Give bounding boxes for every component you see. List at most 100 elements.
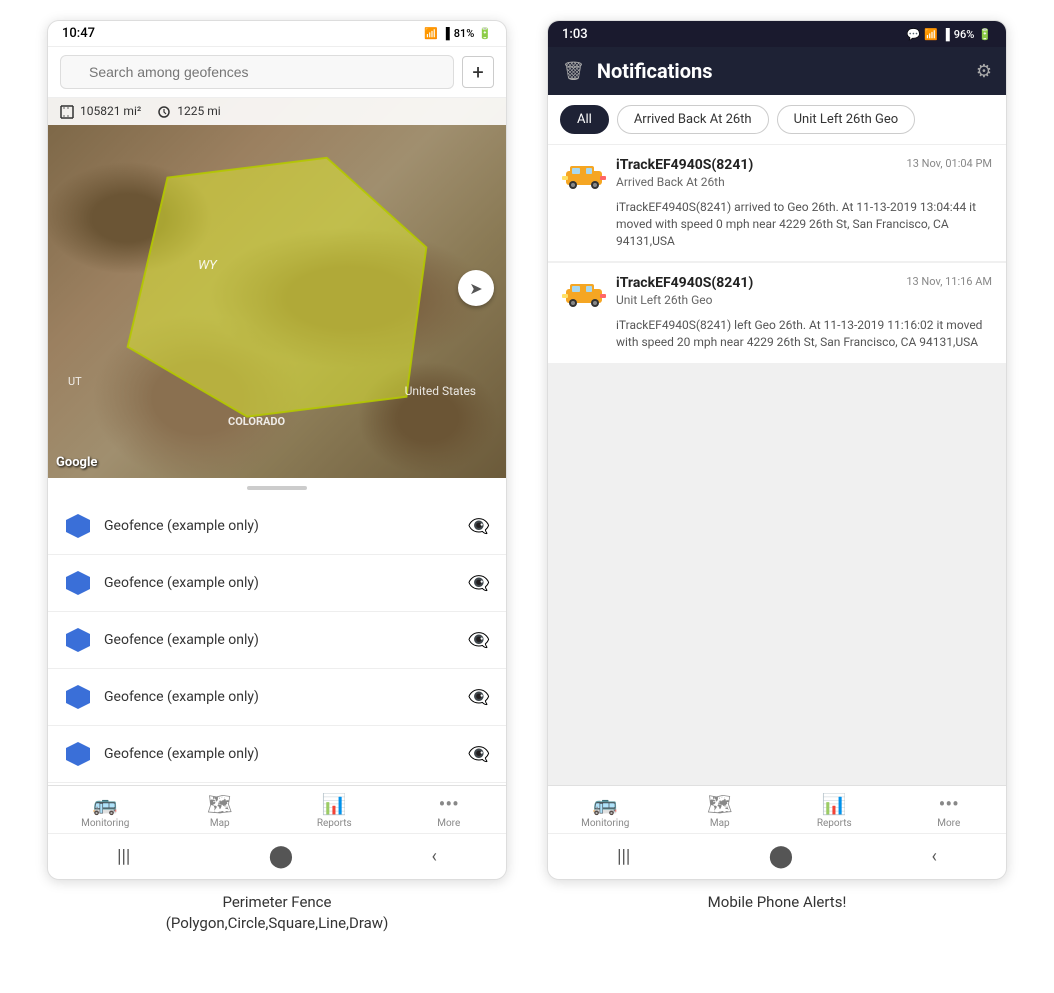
empty-area bbox=[548, 365, 1006, 605]
right-reports-icon: 📊 bbox=[822, 792, 847, 816]
geofence-visibility-3[interactable]: 👁️‍🗨️ bbox=[468, 630, 490, 651]
geofence-visibility-1[interactable]: 👁️‍🗨️ bbox=[468, 516, 490, 537]
geofence-icon-2 bbox=[64, 569, 92, 597]
left-time: 10:47 bbox=[62, 26, 95, 41]
trash-icon[interactable]: 🗑 bbox=[562, 61, 585, 82]
notification-card-1[interactable]: iTrackEF4940S(8241) 13 Nov, 01:04 PM Arr… bbox=[548, 145, 1006, 261]
right-phone-screen: 1:03 💬 📶 ▐ 96% 🔋 🗑 Notifications ⚙ All A… bbox=[547, 20, 1007, 880]
left-status-bar: 10:47 📶 ▐ 81% 🔋 bbox=[48, 21, 506, 47]
notif-card-2-info: iTrackEF4940S(8241) 13 Nov, 11:16 AM Uni… bbox=[616, 275, 992, 311]
map-background: 105821 mi² 1225 mi WY United States COLO… bbox=[48, 98, 506, 478]
left-phone-screen: 10:47 📶 ▐ 81% 🔋 🔍 + bbox=[47, 20, 507, 880]
right-monitoring-label: Monitoring bbox=[581, 818, 629, 829]
right-android-home-icon[interactable]: ⬤ bbox=[769, 844, 794, 869]
nav-map-left[interactable]: 🗺 Map bbox=[163, 792, 278, 829]
android-home-icon[interactable]: ⬤ bbox=[269, 844, 294, 869]
geofence-list: Geofence (example only) 👁️‍🗨️ Geofence (… bbox=[48, 498, 506, 785]
notifications-header: 🗑 Notifications ⚙ bbox=[548, 47, 1006, 95]
settings-icon[interactable]: ⚙ bbox=[976, 61, 992, 82]
left-screen-container: 10:47 📶 ▐ 81% 🔋 🔍 + bbox=[47, 20, 507, 934]
geofence-item-3[interactable]: Geofence (example only) 👁️‍🗨️ bbox=[48, 612, 506, 669]
filter-tab-all[interactable]: All bbox=[560, 105, 609, 134]
reports-icon: 📊 bbox=[322, 792, 347, 816]
geofence-name-2: Geofence (example only) bbox=[104, 575, 456, 591]
right-reports-label: Reports bbox=[817, 818, 852, 829]
notif-event-1: Arrived Back At 26th bbox=[616, 175, 992, 189]
right-screen-container: 1:03 💬 📶 ▐ 96% 🔋 🗑 Notifications ⚙ All A… bbox=[547, 20, 1007, 913]
android-menu-icon[interactable]: ||| bbox=[117, 846, 130, 867]
geofence-name-4: Geofence (example only) bbox=[104, 689, 456, 705]
monitoring-icon: 🚌 bbox=[93, 792, 118, 816]
right-more-icon: ••• bbox=[939, 792, 959, 816]
scroll-indicator-container bbox=[48, 478, 506, 498]
map-stat-distance: 1225 mi bbox=[157, 104, 220, 119]
geofence-item-1[interactable]: Geofence (example only) 👁️‍🗨️ bbox=[48, 498, 506, 555]
notif-card-1-title-row: iTrackEF4940S(8241) 13 Nov, 01:04 PM bbox=[616, 157, 992, 173]
right-status-icons: 💬 📶 ▐ 96% 🔋 bbox=[906, 28, 992, 41]
right-map-label: Map bbox=[710, 818, 730, 829]
nav-map-right[interactable]: 🗺 Map bbox=[663, 792, 778, 829]
geofence-name-3: Geofence (example only) bbox=[104, 632, 456, 648]
reports-label: Reports bbox=[317, 818, 352, 829]
map-stat-area: 105821 mi² bbox=[60, 104, 141, 119]
nav-reports-left[interactable]: 📊 Reports bbox=[277, 792, 392, 829]
notif-device-1: iTrackEF4940S(8241) bbox=[616, 157, 753, 173]
search-bar: 🔍 + bbox=[48, 47, 506, 98]
add-geofence-button[interactable]: + bbox=[462, 56, 494, 88]
geofence-item-4[interactable]: Geofence (example only) 👁️‍🗨️ bbox=[48, 669, 506, 726]
notif-card-2-header: iTrackEF4940S(8241) 13 Nov, 11:16 AM Uni… bbox=[562, 275, 992, 311]
notif-time-1: 13 Nov, 01:04 PM bbox=[907, 157, 992, 170]
geofence-polygon-svg bbox=[48, 98, 506, 476]
right-android-nav: ||| ⬤ ‹ bbox=[548, 833, 1006, 879]
left-caption: Perimeter Fence (Polygon,Circle,Square,L… bbox=[166, 892, 389, 934]
android-back-icon[interactable]: ‹ bbox=[431, 846, 436, 867]
geofence-icon-4 bbox=[64, 683, 92, 711]
car-icon-2 bbox=[562, 277, 606, 307]
right-caption: Mobile Phone Alerts! bbox=[708, 892, 847, 913]
right-time: 1:03 bbox=[562, 27, 588, 42]
right-map-icon: 🗺 bbox=[707, 792, 732, 816]
map-label: Map bbox=[210, 818, 230, 829]
right-monitoring-icon: 🚌 bbox=[593, 792, 618, 816]
nav-more-right[interactable]: ••• More bbox=[892, 792, 1007, 829]
right-more-label: More bbox=[937, 818, 960, 829]
chat-icon: 💬 bbox=[906, 28, 920, 41]
notification-card-2[interactable]: iTrackEF4940S(8241) 13 Nov, 11:16 AM Uni… bbox=[548, 263, 1006, 363]
more-label: More bbox=[437, 818, 460, 829]
geofence-item-2[interactable]: Geofence (example only) 👁️‍🗨️ bbox=[48, 555, 506, 612]
notif-card-2-title-row: iTrackEF4940S(8241) 13 Nov, 11:16 AM bbox=[616, 275, 992, 291]
geofence-visibility-5[interactable]: 👁️‍🗨️ bbox=[468, 744, 490, 765]
geofence-name-1: Geofence (example only) bbox=[104, 518, 456, 534]
right-battery: 96% bbox=[954, 28, 975, 41]
nav-more-left[interactable]: ••• More bbox=[392, 792, 507, 829]
left-android-nav: ||| ⬤ ‹ bbox=[48, 833, 506, 879]
map-stats: 105821 mi² 1225 mi bbox=[48, 98, 506, 125]
battery-text: 81% bbox=[454, 27, 475, 40]
map-navigation-button[interactable]: ➤ bbox=[458, 270, 494, 306]
notif-card-1-header: iTrackEF4940S(8241) 13 Nov, 01:04 PM Arr… bbox=[562, 157, 992, 193]
notifications-title: Notifications bbox=[597, 59, 964, 83]
right-wifi-icon: 📶 bbox=[924, 28, 938, 41]
wifi-icon: 📶 bbox=[424, 27, 438, 40]
battery-icon: 🔋 bbox=[478, 27, 492, 40]
car-icon-1 bbox=[562, 159, 606, 189]
more-icon: ••• bbox=[439, 792, 459, 816]
geofence-visibility-2[interactable]: 👁️‍🗨️ bbox=[468, 573, 490, 594]
map-area[interactable]: 105821 mi² 1225 mi WY United States COLO… bbox=[48, 98, 506, 478]
right-battery-icon: 🔋 bbox=[978, 28, 992, 41]
google-logo: Google bbox=[56, 455, 97, 470]
nav-monitoring-right[interactable]: 🚌 Monitoring bbox=[548, 792, 663, 829]
geofence-visibility-4[interactable]: 👁️‍🗨️ bbox=[468, 687, 490, 708]
geofence-search-input[interactable] bbox=[60, 55, 454, 89]
geofence-name-5: Geofence (example only) bbox=[104, 746, 456, 762]
search-wrapper[interactable]: 🔍 bbox=[60, 55, 454, 89]
nav-reports-right[interactable]: 📊 Reports bbox=[777, 792, 892, 829]
notif-body-2: iTrackEF4940S(8241) left Geo 26th. At 11… bbox=[562, 317, 992, 351]
notif-event-2: Unit Left 26th Geo bbox=[616, 293, 992, 307]
nav-monitoring-left[interactable]: 🚌 Monitoring bbox=[48, 792, 163, 829]
filter-tab-arrived[interactable]: Arrived Back At 26th bbox=[617, 105, 769, 134]
right-android-back-icon[interactable]: ‹ bbox=[931, 846, 936, 867]
right-android-menu-icon[interactable]: ||| bbox=[617, 846, 630, 867]
filter-tab-left[interactable]: Unit Left 26th Geo bbox=[777, 105, 916, 134]
geofence-item-5[interactable]: Geofence (example only) 👁️‍🗨️ bbox=[48, 726, 506, 783]
